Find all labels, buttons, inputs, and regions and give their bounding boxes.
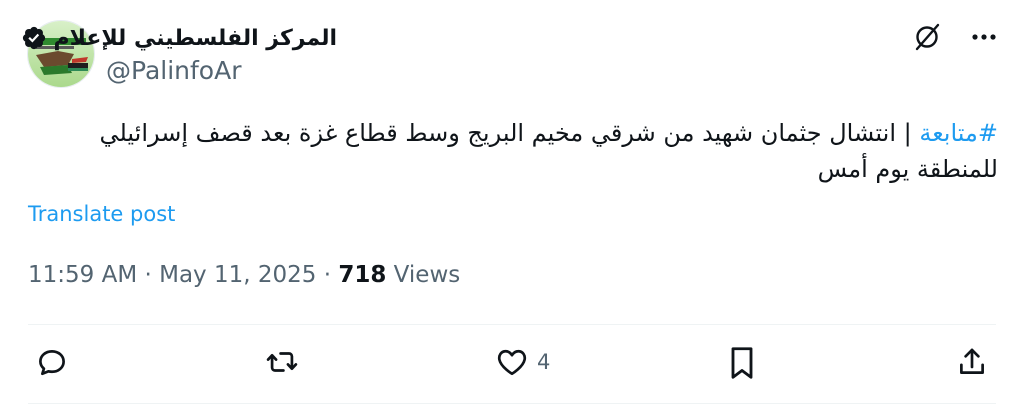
divider	[28, 324, 996, 325]
like-button[interactable]: 4	[495, 345, 550, 379]
account-display-name: المركز الفلسطيني للإعلام	[53, 25, 337, 51]
account-handle[interactable]: @PalinfoAr	[106, 56, 242, 85]
meta-separator: ·	[316, 262, 339, 288]
bookmark-icon	[731, 347, 753, 379]
bookmark-button[interactable]	[727, 345, 765, 381]
account-name-row[interactable]: المركز الفلسطيني للإعلام	[21, 22, 337, 54]
grok-icon[interactable]	[912, 22, 942, 52]
translate-post-link[interactable]: Translate post	[28, 202, 175, 226]
action-bar: 4	[0, 345, 1024, 385]
share-icon	[960, 348, 984, 374]
retweet-icon	[266, 352, 298, 372]
retweet-button[interactable]	[264, 345, 308, 379]
tweet-body: | انتشال جثمان شهيد من شرقي مخيم البريج …	[99, 119, 998, 183]
like-icon	[497, 349, 527, 376]
reply-icon	[39, 350, 65, 376]
tweet-time[interactable]: 11:59 AM	[28, 262, 137, 288]
meta-separator: ·	[137, 262, 160, 288]
views-label: Views	[393, 262, 461, 288]
reply-button[interactable]	[35, 345, 77, 379]
more-options-icon[interactable]	[972, 33, 996, 41]
tweet-text: #متابعة | انتشال جثمان شهيد من شرقي مخيم…	[28, 115, 998, 187]
like-count: 4	[537, 350, 551, 374]
tweet-date[interactable]: May 11, 2025	[159, 262, 316, 288]
header-actions	[912, 22, 996, 52]
views-count: 718	[338, 262, 387, 288]
verified-badge-icon	[23, 26, 46, 50]
tweet-meta: 11:59 AM · May 11, 2025 · 718 Views	[28, 262, 460, 288]
hashtag-link[interactable]: #متابعة	[919, 119, 998, 147]
share-button[interactable]	[955, 345, 997, 379]
divider	[28, 403, 996, 404]
